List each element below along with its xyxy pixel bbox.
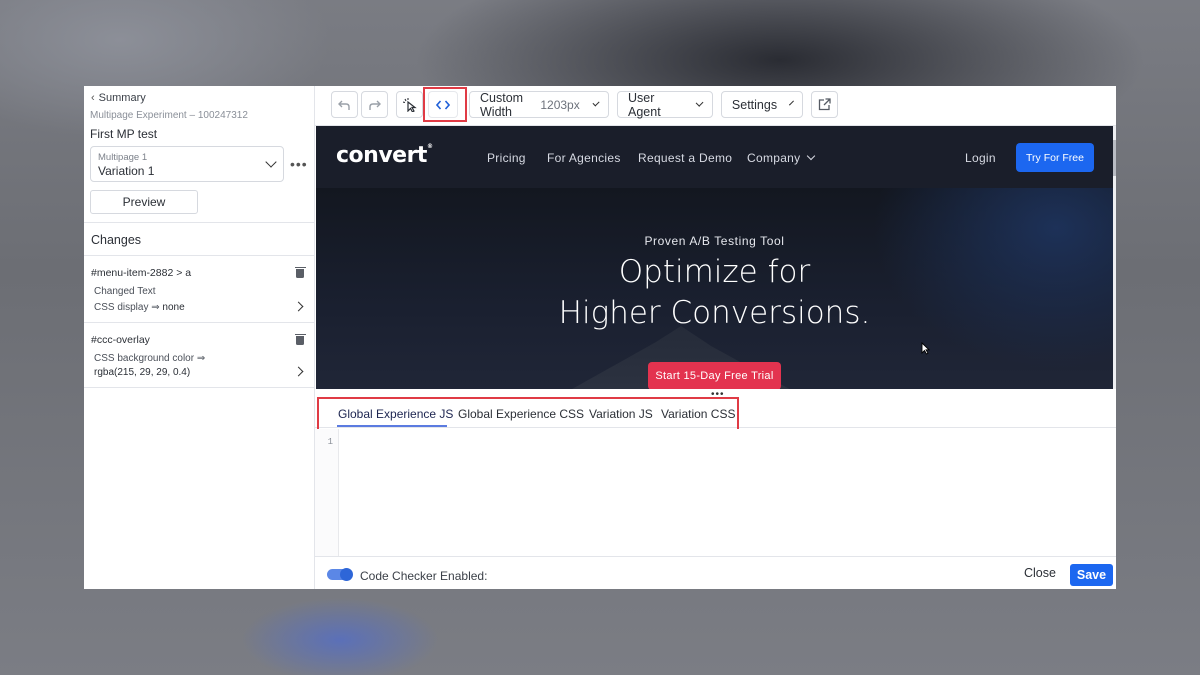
- hero-section: Proven A/B Testing Tool Optimize for Hig…: [316, 188, 1113, 389]
- chevron-left-icon: ‹: [91, 92, 95, 104]
- hero-kicker: Proven A/B Testing Tool: [644, 234, 785, 248]
- element-select-button[interactable]: [396, 91, 423, 118]
- chevron-right-icon: [293, 301, 304, 312]
- site-navbar: convert® Pricing For Agencies Request a …: [316, 126, 1113, 188]
- close-button[interactable]: Close: [1024, 566, 1056, 580]
- highlight-box: [317, 397, 739, 431]
- line-gutter: 1: [315, 429, 339, 556]
- nav-link[interactable]: Pricing: [487, 151, 526, 165]
- variation-label: Variation 1: [98, 164, 155, 178]
- line-number: 1: [327, 437, 333, 447]
- chevron-right-icon: [293, 366, 304, 377]
- change-detail-value: none: [162, 302, 185, 313]
- change-detail: CSS display ⇒ none: [94, 302, 185, 313]
- changes-heading: Changes: [91, 233, 142, 247]
- back-link-label: Summary: [98, 92, 146, 104]
- open-external-icon: [818, 98, 831, 111]
- width-value: 1203px: [540, 97, 580, 112]
- hero-title-line: Optimize for: [618, 254, 811, 290]
- code-panel-footer: Code Checker Enabled: Close Save: [315, 556, 1116, 589]
- mouse-cursor-icon: [921, 342, 930, 355]
- highlight-box: [423, 87, 467, 122]
- change-detail: Changed Text: [94, 286, 156, 297]
- change-detail: rgba(215, 29, 29, 0.4): [94, 367, 190, 378]
- code-editor[interactable]: 1: [315, 429, 1116, 556]
- convert-logo: convert®: [336, 143, 433, 168]
- undo-icon: [338, 100, 350, 110]
- page-label: Multipage 1: [98, 152, 148, 163]
- redo-icon: [369, 100, 381, 110]
- change-item[interactable]: #menu-item-2882 > a Changed Text CSS dis…: [84, 256, 315, 322]
- chevron-down-icon: [695, 98, 704, 107]
- change-item[interactable]: #ccc-overlay CSS background color ⇒ rgba…: [84, 323, 315, 387]
- trash-icon[interactable]: [294, 266, 306, 278]
- chevron-down-icon: [592, 98, 600, 107]
- visual-editor-window: ‹ Summary Multipage Experiment – 1002473…: [84, 86, 1116, 589]
- free-trial-button[interactable]: Start 15-Day Free Trial: [648, 362, 781, 389]
- hero-title: Optimize for Higher Conversions.: [316, 252, 1113, 334]
- scrollbar-thumb[interactable]: [1113, 140, 1116, 176]
- experiment-name: First MP test: [90, 127, 158, 141]
- variation-select[interactable]: Multipage 1 Variation 1: [90, 146, 284, 182]
- preview-button[interactable]: Preview: [90, 190, 198, 214]
- divider: [84, 222, 315, 223]
- user-agent-dropdown[interactable]: User Agent: [617, 90, 713, 119]
- change-selector: #menu-item-2882 > a: [91, 267, 192, 279]
- save-button[interactable]: Save: [1070, 564, 1113, 586]
- try-for-free-button[interactable]: Try For Free: [1016, 143, 1094, 172]
- open-external-button[interactable]: [811, 91, 838, 118]
- sidebar: ‹ Summary Multipage Experiment – 1002473…: [84, 86, 315, 589]
- divider: [84, 387, 315, 388]
- cursor-select-icon: [402, 97, 417, 112]
- viewport-width-dropdown[interactable]: Custom Width 1203px: [469, 90, 609, 119]
- trash-icon[interactable]: [294, 333, 306, 345]
- change-detail-value: rgba(215, 29, 29, 0.4): [94, 367, 191, 378]
- change-selector: #ccc-overlay: [91, 334, 150, 346]
- settings-label: Settings: [731, 97, 778, 112]
- preview-scrollbar[interactable]: [1113, 126, 1116, 389]
- login-link[interactable]: Login: [965, 151, 996, 165]
- undo-button[interactable]: [331, 91, 358, 118]
- page-preview[interactable]: convert® Pricing For Agencies Request a …: [316, 126, 1113, 389]
- chevron-down-icon: [807, 151, 816, 161]
- more-horizontal-icon[interactable]: •••: [290, 156, 308, 172]
- code-checker-label: Code Checker Enabled:: [360, 569, 488, 583]
- nav-link-company[interactable]: Company: [747, 151, 816, 165]
- change-detail-prefix: CSS display ⇒: [94, 302, 163, 313]
- chevron-down-icon: [789, 100, 795, 105]
- nav-link[interactable]: For Agencies: [547, 151, 621, 165]
- experiment-id: Multipage Experiment – 100247312: [90, 110, 248, 121]
- change-detail: CSS background color ⇒: [94, 353, 206, 364]
- user-agent-label: User Agent: [628, 90, 661, 119]
- code-checker-toggle[interactable]: [327, 568, 353, 581]
- redo-button[interactable]: [361, 91, 388, 118]
- back-to-summary-link[interactable]: ‹ Summary: [91, 92, 146, 104]
- hero-title-line: Higher Conversions.: [558, 295, 871, 331]
- nav-link[interactable]: Request a Demo: [638, 151, 732, 165]
- width-label: Custom Width: [480, 90, 524, 119]
- logo-text: convert: [336, 143, 427, 168]
- settings-dropdown[interactable]: Settings: [721, 91, 803, 118]
- nav-link-label: Company: [747, 151, 801, 165]
